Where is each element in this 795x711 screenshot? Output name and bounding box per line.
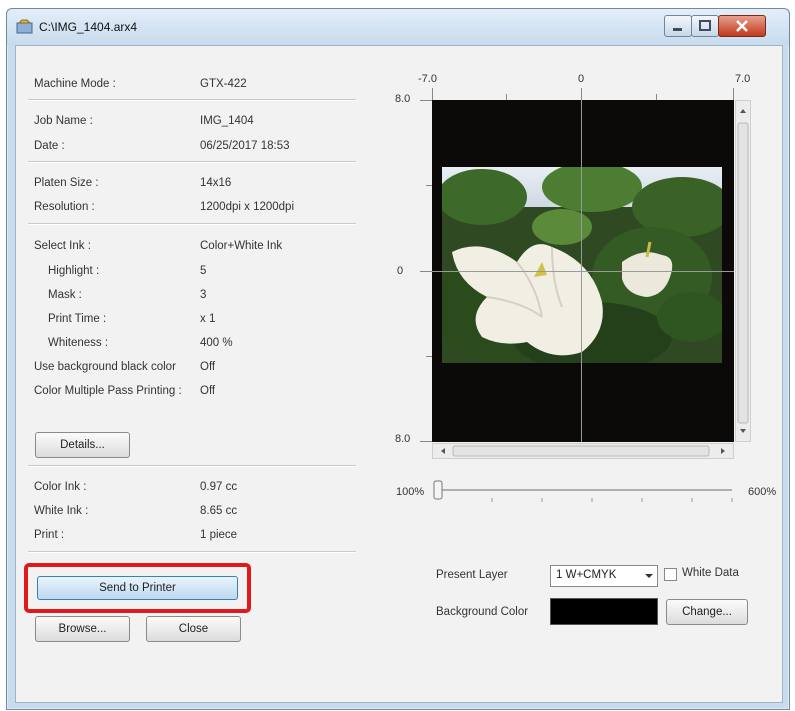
select-ink-label: Select Ink : bbox=[34, 240, 91, 252]
chevron-down-icon bbox=[645, 574, 653, 578]
zoom-slider[interactable] bbox=[432, 478, 737, 508]
divider bbox=[28, 465, 356, 467]
job-name-label: Job Name : bbox=[34, 115, 93, 127]
vertical-scroll-arrows-icon bbox=[737, 109, 749, 433]
print-count-label: Print : bbox=[34, 529, 65, 541]
zoom-slider-thumb[interactable] bbox=[433, 480, 443, 500]
platen-size-label: Platen Size : bbox=[34, 177, 99, 189]
details-button[interactable]: Details... bbox=[35, 432, 130, 458]
present-layer-select[interactable]: 1 W+CMYK bbox=[550, 565, 658, 587]
whiteness-label: Whiteness : bbox=[48, 337, 109, 349]
highlight-value: 5 bbox=[200, 265, 207, 277]
background-color-swatch bbox=[550, 598, 658, 625]
color-ink-value: 0.97 cc bbox=[200, 481, 238, 493]
background-black-label: Use background black color bbox=[34, 361, 176, 373]
ruler-tick bbox=[432, 88, 433, 100]
white-ink-label: White Ink : bbox=[34, 505, 89, 517]
zoom-max-label: 600% bbox=[748, 486, 777, 498]
white-ink-value: 8.65 cc bbox=[200, 505, 238, 517]
x-axis-left-label: -7.0 bbox=[418, 73, 437, 85]
close-icon bbox=[736, 20, 748, 32]
close-window-button[interactable] bbox=[718, 15, 766, 37]
minimize-button[interactable] bbox=[664, 15, 692, 37]
y-axis-center-label: 0 bbox=[397, 265, 404, 277]
print-image-preview bbox=[442, 167, 722, 363]
print-time-label: Print Time : bbox=[48, 313, 107, 325]
select-ink-value: Color+White Ink bbox=[200, 240, 283, 252]
change-color-button[interactable]: Change... bbox=[666, 599, 748, 625]
divider bbox=[28, 223, 356, 225]
background-black-value: Off bbox=[200, 361, 216, 373]
ruler-tick bbox=[733, 88, 734, 100]
ruler-tick bbox=[420, 441, 432, 442]
white-data-checkbox[interactable] bbox=[664, 568, 677, 581]
machine-mode-label: Machine Mode : bbox=[34, 78, 116, 90]
background-color-label: Background Color bbox=[436, 606, 529, 618]
x-axis-right-label: 7.0 bbox=[735, 73, 751, 85]
job-name-value: IMG_1404 bbox=[200, 115, 254, 127]
mask-label: Mask : bbox=[48, 289, 82, 301]
y-axis-top-label: 8.0 bbox=[395, 93, 411, 105]
maximize-icon bbox=[699, 20, 711, 31]
multi-pass-label: Color Multiple Pass Printing : bbox=[34, 385, 182, 397]
x-axis-center-label: 0 bbox=[578, 73, 585, 85]
print-count-value: 1 piece bbox=[200, 529, 238, 541]
color-ink-label: Color Ink : bbox=[34, 481, 87, 493]
resolution-value: 1200dpi x 1200dpi bbox=[200, 201, 294, 213]
window-title: C:\IMG_1404.arx4 bbox=[39, 20, 138, 34]
highlight-label: Highlight : bbox=[48, 265, 100, 277]
send-to-printer-button[interactable]: Send to Printer bbox=[37, 576, 238, 600]
machine-mode-value: GTX-422 bbox=[200, 78, 247, 90]
close-button[interactable]: Close bbox=[146, 616, 241, 642]
horizontal-scrollbar[interactable] bbox=[432, 443, 734, 459]
whiteness-value: 400 % bbox=[200, 337, 233, 349]
vertical-scrollbar[interactable] bbox=[735, 100, 751, 442]
maximize-button[interactable] bbox=[691, 15, 719, 37]
present-layer-value: 1 W+CMYK bbox=[556, 569, 617, 581]
ruler-tick bbox=[420, 271, 432, 272]
divider bbox=[28, 551, 356, 553]
divider bbox=[28, 99, 356, 101]
print-time-value: x 1 bbox=[200, 313, 216, 325]
app-icon bbox=[16, 19, 33, 34]
present-layer-label: Present Layer bbox=[436, 569, 508, 581]
ruler-tick bbox=[420, 100, 432, 101]
y-axis-bottom-label: 8.0 bbox=[395, 433, 411, 445]
resolution-label: Resolution : bbox=[34, 201, 95, 213]
ruler-tick bbox=[581, 88, 582, 100]
divider bbox=[28, 161, 356, 163]
date-label: Date : bbox=[34, 140, 65, 152]
center-horizontal-guide bbox=[432, 271, 734, 272]
platen-size-value: 14x16 bbox=[200, 177, 232, 189]
title-bar[interactable]: C:\IMG_1404.arx4 bbox=[7, 9, 789, 45]
zoom-min-label: 100% bbox=[396, 486, 425, 498]
white-data-label: White Data bbox=[682, 567, 739, 579]
date-value: 06/25/2017 18:53 bbox=[200, 140, 290, 152]
horizontal-scroll-arrows-icon bbox=[441, 445, 725, 457]
multi-pass-value: Off bbox=[200, 385, 216, 397]
browse-button[interactable]: Browse... bbox=[35, 616, 130, 642]
minimize-icon bbox=[673, 28, 682, 31]
mask-value: 3 bbox=[200, 289, 207, 301]
